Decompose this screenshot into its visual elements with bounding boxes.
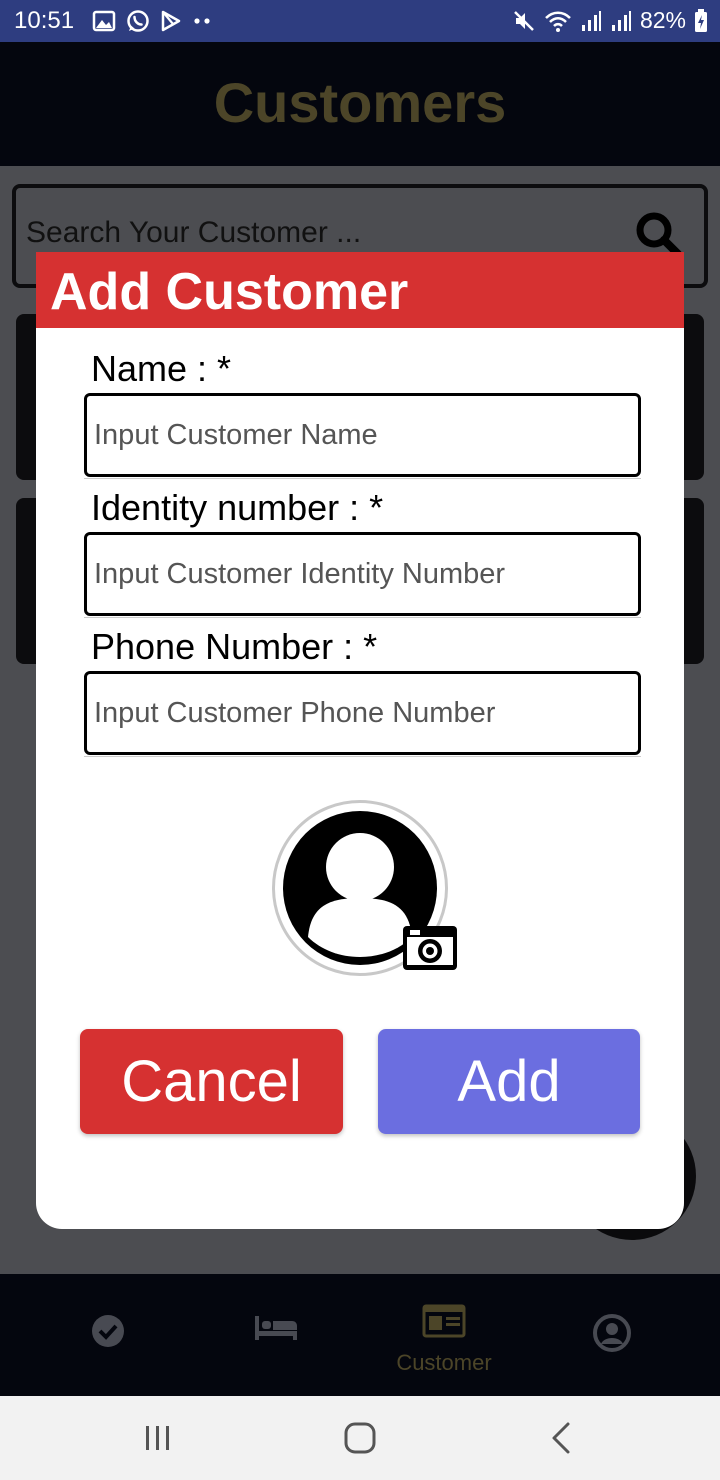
field-underline	[84, 478, 641, 479]
name-label: Name : *	[91, 348, 232, 389]
camera-icon[interactable]	[402, 924, 458, 972]
system-status-icons: 82%	[512, 7, 708, 34]
customer-name-input[interactable]	[84, 393, 641, 477]
search-icon[interactable]	[634, 210, 682, 258]
identity-number-label: Identity number : *	[91, 487, 384, 528]
bed-icon	[255, 1316, 297, 1340]
play-store-icon	[161, 10, 181, 32]
add-button[interactable]: Add	[378, 1029, 640, 1134]
wifi-icon	[545, 11, 571, 32]
battery-icon	[695, 8, 707, 32]
gallery-icon	[92, 10, 116, 32]
field-underline	[84, 617, 641, 618]
mute-icon	[514, 10, 534, 31]
field-underline	[84, 756, 641, 757]
phone-number-input[interactable]	[84, 671, 641, 755]
phone-number-label: Phone Number : *	[91, 626, 378, 667]
signal-1-icon	[581, 10, 601, 31]
cancel-button[interactable]: Cancel	[80, 1029, 343, 1134]
dialog-title: Add Customer	[50, 263, 409, 321]
home-icon[interactable]	[340, 1418, 380, 1458]
app-header: Customers	[0, 42, 720, 166]
status-bar: 10:51 82%	[0, 0, 720, 42]
account-circle-icon	[593, 1314, 631, 1352]
recent-apps-icon[interactable]	[138, 1418, 178, 1458]
battery-percent: 82%	[639, 7, 686, 33]
nav-item-check[interactable]	[38, 1274, 178, 1396]
whatsapp-icon	[127, 10, 149, 32]
dialog-header: Add Customer	[36, 252, 684, 328]
back-icon[interactable]	[542, 1418, 582, 1458]
search-input[interactable]: Search Your Customer ...	[26, 216, 361, 250]
nav-label-customer: Customer	[396, 1350, 492, 1375]
signal-2-icon	[611, 10, 631, 31]
identity-number-input[interactable]	[84, 532, 641, 616]
nav-item-profile[interactable]	[542, 1274, 682, 1396]
system-nav-bar	[0, 1396, 720, 1480]
status-time: 10:51	[14, 7, 75, 34]
nav-item-rooms[interactable]	[206, 1274, 346, 1396]
nav-item-customer[interactable]: Customer	[374, 1274, 514, 1396]
more-dots-icon	[194, 18, 210, 24]
id-card-icon	[422, 1304, 466, 1338]
bottom-nav: Customer	[0, 1274, 720, 1396]
check-circle-icon	[92, 1315, 124, 1347]
page-title: Customers	[213, 71, 507, 134]
add-customer-dialog: Add Customer Name : * Identity number : …	[36, 252, 684, 1229]
notification-icons	[92, 9, 212, 33]
